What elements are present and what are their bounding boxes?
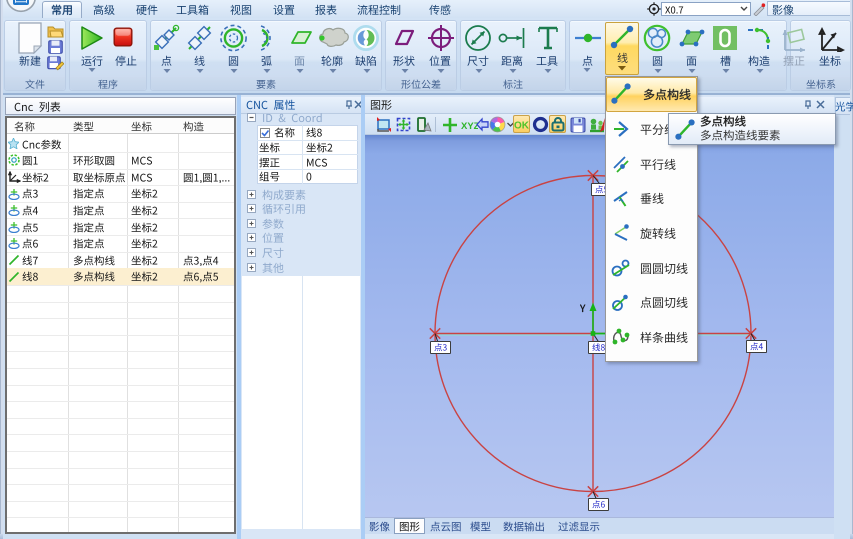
- svg-text:OK: OK: [514, 121, 530, 132]
